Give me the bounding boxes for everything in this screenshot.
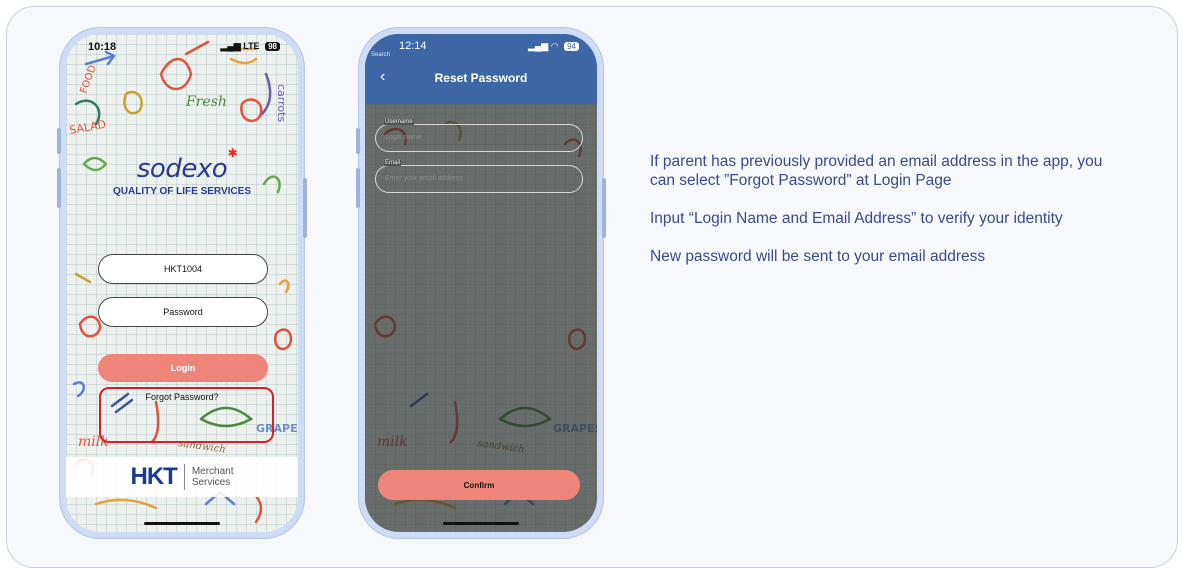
phone-side-button <box>303 178 307 238</box>
network-type: LTE <box>243 41 260 51</box>
wifi-icon: ◠ <box>550 41 559 51</box>
hkt-wordmark: HKT <box>130 463 177 490</box>
phone-side-button <box>356 168 360 208</box>
phone-side-button <box>57 128 61 154</box>
username-field[interactable]: Username Login name <box>375 119 583 152</box>
status-bar: 10:18 ▂▄▆ LTE 98 <box>66 34 298 56</box>
star-icon: ✱ <box>227 146 238 160</box>
sodexo-logo: sodexo ✱ QUALITY OF LIFE SERVICES <box>66 146 298 197</box>
phone-side-button <box>602 178 606 238</box>
forgot-password-highlight <box>99 387 274 443</box>
doodle-word: Fresh <box>185 94 227 110</box>
phone-side-button <box>356 128 360 154</box>
signal-icon: ▂▄▆ <box>220 41 241 51</box>
status-time: 12:14 <box>399 40 427 52</box>
email-placeholder: Enter your email address <box>385 175 463 182</box>
page-title: Reset Password <box>434 71 528 85</box>
back-to-app-label[interactable]: Search <box>371 52 390 58</box>
home-indicator <box>144 522 220 525</box>
logo-wordmark: sodexo <box>136 154 228 184</box>
services-text: Services <box>191 477 231 488</box>
battery-icon: 98 <box>265 42 280 51</box>
doodle-word: FOOD <box>78 64 98 95</box>
merchant-text: Merchant <box>191 466 234 477</box>
phone-login: FOOD Fresh SALAD carrots GRAPES milk san… <box>57 28 307 538</box>
dim-overlay <box>365 34 597 532</box>
doodle-word: SALAD <box>68 118 107 137</box>
password-input[interactable]: Password <box>98 297 268 327</box>
instructions-text: If parent has previously provided an ema… <box>650 152 1130 285</box>
login-screen: FOOD Fresh SALAD carrots GRAPES milk san… <box>66 34 298 532</box>
hkt-merchant-logo: HKT Merchant Services <box>66 457 298 497</box>
phone-reset-password: GRAPES milk sandwich 12:14 Search ▂▄▆ ◠ … <box>356 28 606 538</box>
battery-icon: 94 <box>564 42 579 51</box>
phone-side-button <box>57 168 61 208</box>
login-button[interactable]: Login <box>98 354 268 382</box>
email-label: Email <box>384 160 402 166</box>
status-indicators: ▂▄▆ ◠ 94 <box>528 41 579 52</box>
instruction-paragraph: New password will be sent to your email … <box>650 248 986 265</box>
home-indicator <box>443 522 519 525</box>
email-field[interactable]: Email Enter your email address <box>375 160 583 193</box>
username-placeholder: Login name <box>385 134 422 141</box>
login-name-input[interactable]: HKT1004 <box>98 254 268 284</box>
username-label: Username <box>384 119 414 125</box>
logo-tagline: QUALITY OF LIFE SERVICES <box>113 186 251 197</box>
signal-icon: ▂▄▆ <box>527 41 549 51</box>
doodle-word: carrots <box>275 84 288 122</box>
status-indicators: ▂▄▆ LTE 98 <box>220 41 280 52</box>
status-time: 10:18 <box>88 41 117 53</box>
reset-password-screen: GRAPES milk sandwich 12:14 Search ▂▄▆ ◠ … <box>365 34 597 532</box>
app-header: 12:14 Search ▂▄▆ ◠ 94 ‹ Reset Password <box>365 34 597 104</box>
confirm-button[interactable]: Confirm <box>378 470 580 500</box>
instruction-paragraph: If parent has previously provided an ema… <box>650 153 1103 189</box>
instruction-paragraph: Input “Login Name and Email Address” to … <box>650 210 1063 227</box>
logo-divider <box>183 464 185 490</box>
